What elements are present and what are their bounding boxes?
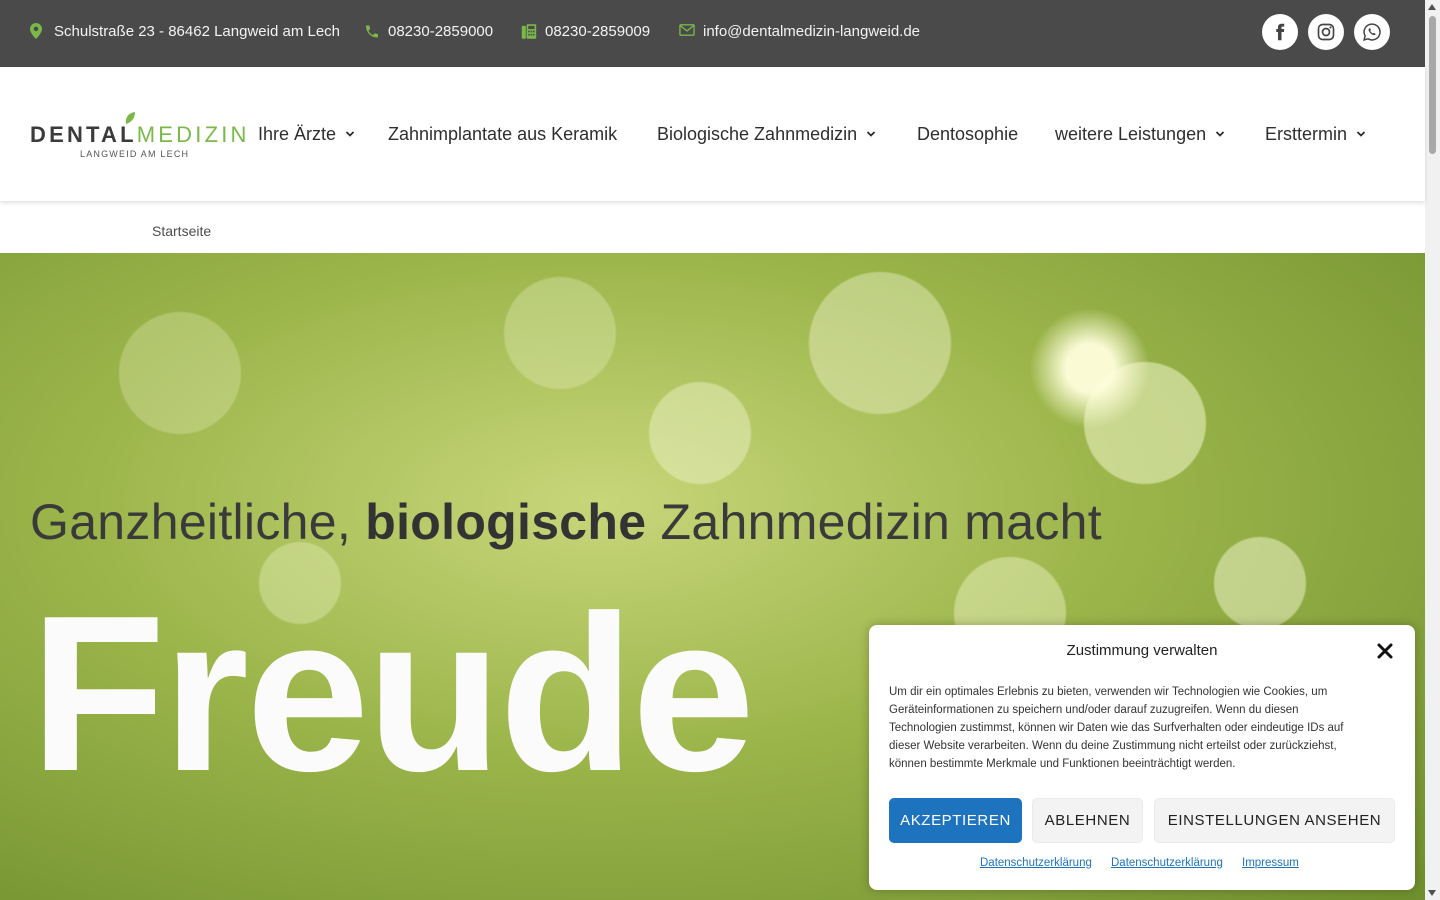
logo-word-medizin: MEDIZIN [136,122,250,147]
nav-label: Ersttermin [1265,123,1348,144]
chevron-down-icon [866,131,876,137]
nav-item-dentosophie[interactable]: Dentosophie [917,67,1018,201]
phone-item[interactable]: 08230-2859000 [364,0,493,62]
chevron-down-icon [1356,131,1366,137]
chevron-down-icon [345,131,355,137]
hero-headline: Ganzheitliche, biologische Zahnmedizin m… [30,493,1102,551]
instagram-icon [1317,23,1335,41]
top-info-bar: Schulstraße 23 - 86462 Langweid am Lech … [0,0,1425,67]
envelope-icon [679,23,695,39]
consent-text: Um dir ein optimales Erlebnis zu bieten,… [889,686,1344,770]
nav-item-ersttermin[interactable]: Ersttermin [1265,67,1366,201]
facebook-button[interactable] [1262,14,1298,50]
privacy-policy-link[interactable]: Datenschutzerklärung [980,857,1092,869]
hero-headline-bold: biologische [365,494,647,550]
nav-label: weitere Leistungen [1055,123,1207,144]
fax-icon [521,23,537,39]
deny-button[interactable]: ABLEHNEN [1032,798,1143,843]
imprint-link[interactable]: Impressum [1242,857,1299,869]
logo-word-dental: DENTAL [30,122,137,147]
logo-tagline: LANGWEID AM LECH [80,149,190,159]
nav-label: Biologische Zahnmedizin [657,123,858,144]
whatsapp-button[interactable] [1354,14,1390,50]
page-scrollbar[interactable] [1425,0,1440,900]
phone-icon [364,23,380,39]
fax-item[interactable]: 08230-2859009 [521,0,650,62]
site-header: DENTALMEDIZIN LANGWEID AM LECH Ihre Ärzt… [0,67,1425,201]
instagram-button[interactable] [1308,14,1344,50]
consent-title: Zustimmung verwalten [1066,642,1218,659]
scroll-thumb[interactable] [1429,16,1436,154]
view-settings-button[interactable]: EINSTELLUNGEN ANSEHEN [1154,798,1395,843]
hero-headline-part: Zahnmedizin macht [646,494,1102,550]
nav-label: Zahnimplantate aus Keramik [388,123,618,144]
nav-item-aerzte[interactable]: Ihre Ärzte [258,67,355,201]
scroll-down-arrow-icon[interactable] [1428,890,1436,896]
address-text: Schulstraße 23 - 86462 Langweid am Lech [54,22,341,40]
hero-headline-part: Ganzheitliche, [30,494,366,550]
whatsapp-icon [1363,23,1381,41]
site-logo[interactable]: DENTALMEDIZIN LANGWEID AM LECH [30,111,246,161]
chevron-down-icon [1215,131,1225,137]
nav-item-zahnimplantate[interactable]: Zahnimplantate aus Keramik [388,67,617,201]
hero-big-word: Freude [30,570,755,818]
accept-button[interactable]: AKZEPTIEREN [889,798,1022,843]
nav-label: Dentosophie [917,123,1019,144]
phone-link[interactable]: 08230-2859000 [388,23,493,40]
breadcrumb: Startseite [0,201,1425,253]
address-item: Schulstraße 23 - 86462 Langweid am Lech [30,0,340,62]
cookie-consent-dialog: Zustimmung verwalten Um dir ein optimale… [869,625,1415,890]
email-link[interactable]: info@dentalmedizin-langweid.de [703,23,920,40]
privacy-policy-link-2[interactable]: Datenschutzerklärung [1111,857,1223,869]
nav-item-weitere-leistungen[interactable]: weitere Leistungen [1055,67,1225,201]
breadcrumb-home[interactable]: Startseite [152,223,211,239]
scroll-up-arrow-icon[interactable] [1428,4,1436,10]
location-pin-icon [30,23,46,39]
fax-link[interactable]: 08230-2859009 [545,23,650,40]
close-icon[interactable] [1376,642,1394,660]
facebook-icon [1276,23,1285,41]
nav-item-biologische-zahnmedizin[interactable]: Biologische Zahnmedizin [657,67,876,201]
email-item[interactable]: info@dentalmedizin-langweid.de [679,0,920,62]
nav-label: Ihre Ärzte [258,123,337,144]
